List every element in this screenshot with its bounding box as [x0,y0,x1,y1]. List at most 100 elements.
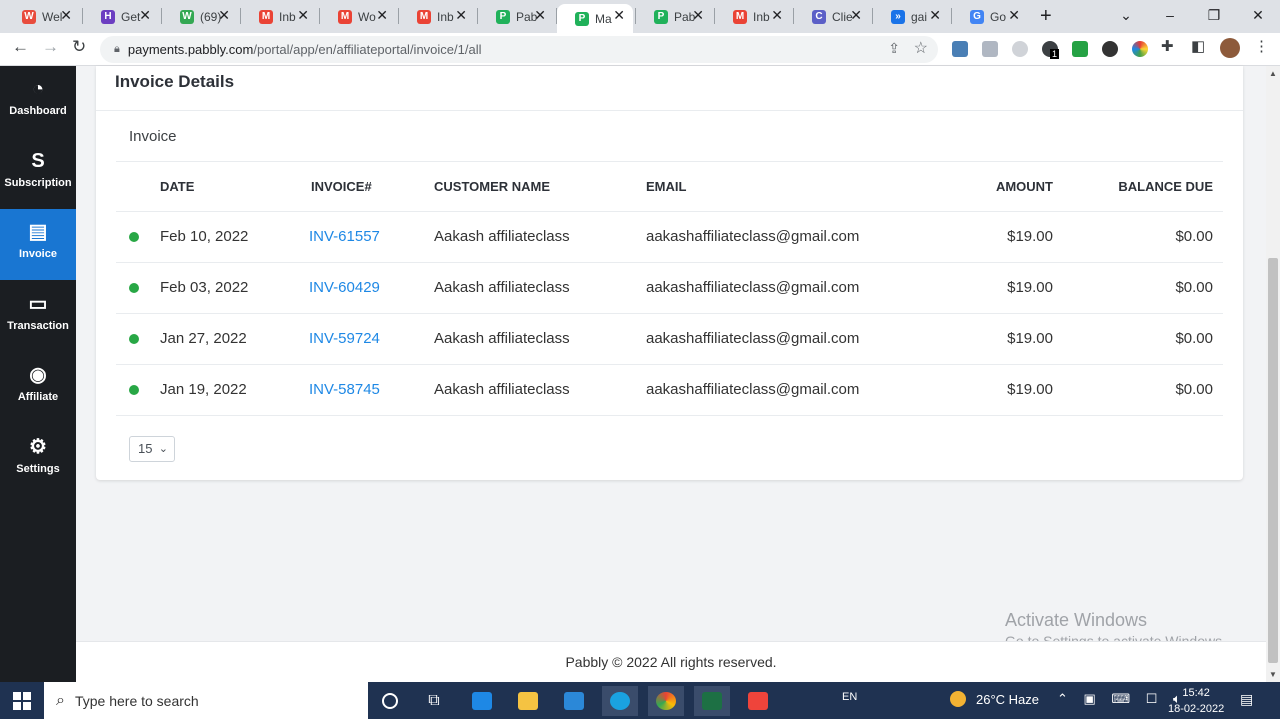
browser-menu-icon[interactable]: ⋮ [1254,37,1269,55]
file-explorer-icon[interactable] [510,686,546,716]
search-icon: ⌕ [56,691,65,709]
browser-tab[interactable]: W (69) ✕ [162,4,238,29]
profile-avatar[interactable] [1220,38,1240,58]
weather-widget[interactable]: 26°C Haze [950,691,1039,707]
color-extension-icon[interactable] [1132,41,1148,57]
sidebar-item-transaction[interactable]: ▭ Transaction [0,281,76,352]
tab-close-icon[interactable]: ✕ [534,7,546,24]
cortana-icon[interactable] [372,686,408,716]
column-header-balance[interactable]: BALANCE DUE [1118,162,1213,212]
invoice-link[interactable]: INV-59724 [309,314,380,364]
store-app-icon[interactable] [464,686,500,716]
browser-tab[interactable]: M Inb ✕ [399,4,475,29]
browser-tab[interactable]: H Get ✕ [83,4,159,29]
bookmark-star-icon[interactable]: ☆ [914,38,928,58]
forward-icon[interactable]: → [42,37,59,57]
scroll-up-arrow[interactable]: ▲ [1269,69,1277,78]
tab-close-icon[interactable]: ✕ [139,7,151,24]
extension-icon[interactable] [1012,41,1028,57]
table-row[interactable]: Feb 10, 2022 INV-61557 Aakash affiliatecla… [116,211,1223,262]
mail-app-icon[interactable] [556,686,592,716]
sidebar-item-subscription[interactable]: S Subscription [0,138,76,209]
url-text[interactable]: payments.pabbly.com/portal/app/en/affili… [128,42,482,57]
browser-tab[interactable]: W Wel ✕ [4,4,80,29]
table-row[interactable]: Jan 27, 2022 INV-59724 Aakash affiliatecla… [116,313,1223,364]
restore-button[interactable]: ❐ [1192,0,1236,33]
chrome-app-icon[interactable] [648,686,684,716]
sidepanel-icon[interactable]: ◧ [1191,37,1205,55]
column-header-amount[interactable]: AMOUNT [996,162,1053,212]
extension-icon[interactable] [952,41,968,57]
invoice-link[interactable]: INV-58745 [309,365,380,415]
sidebar-item-affiliate[interactable]: ◉ Affiliate [0,352,76,423]
new-tab-button[interactable]: + [1040,5,1052,28]
sidebar-item-settings[interactable]: ⚙ Settings [0,424,76,495]
minimize-button[interactable]: – [1148,0,1192,33]
browser-tab[interactable]: P Pab ✕ [636,4,712,29]
browser-tab[interactable]: M Inb ✕ [715,4,791,29]
taskbar-search[interactable]: ⌕ [44,682,368,719]
tab-close-icon[interactable]: ✕ [218,7,230,24]
status-dot [129,314,139,364]
tab-close-icon[interactable]: ✕ [850,7,862,24]
chevron-down-icon: ⌄ [158,443,168,455]
table-row[interactable]: Jan 19, 2022 INV-58745 Aakash affiliatecla… [116,364,1223,415]
browser-tab[interactable]: G Go ✕ [952,4,1028,29]
tab-close-icon[interactable]: ✕ [692,7,704,24]
tab-search-icon[interactable]: ⌄ [1104,0,1148,33]
edge-app-icon[interactable] [602,686,638,716]
column-header-email[interactable]: EMAIL [646,162,686,212]
share-icon[interactable]: ⇪ [888,40,900,57]
status-dot [129,263,139,313]
extensions-puzzle-icon[interactable]: ✚ [1161,37,1174,55]
address-bar[interactable]: 🔒︎ payments.pabbly.com/portal/app/en/aff… [100,36,938,63]
anydesk-app-icon[interactable] [740,686,776,716]
browser-tab[interactable]: C Clie ✕ [794,4,870,29]
column-header-customer[interactable]: CUSTOMER NAME [434,162,550,212]
scroll-down-arrow[interactable]: ▼ [1269,670,1277,679]
tab-close-icon[interactable]: ✕ [60,7,72,24]
table-row[interactable]: Feb 03, 2022 INV-60429 Aakash affiliatecla… [116,262,1223,313]
excel-app-icon[interactable] [694,686,730,716]
taskbar-search-input[interactable] [74,692,345,709]
tab-close-icon[interactable]: ✕ [455,7,467,24]
customer-name: Aakash affiliateclass [434,381,570,398]
tab-close-icon[interactable]: ✕ [376,7,388,24]
tab-close-icon[interactable]: ✕ [1008,7,1020,24]
tab-close-icon[interactable]: ✕ [929,7,941,24]
lock-icon[interactable]: 🔒︎ [114,43,120,56]
close-window-button[interactable]: ✕ [1236,0,1280,33]
tab-favicon-icon: M [338,9,352,24]
task-view-icon[interactable]: ⧉ [416,686,452,716]
tab-close-icon[interactable]: ✕ [613,7,625,24]
extension-icon[interactable] [982,41,998,57]
tab-favicon-icon: P [496,9,510,24]
invoice-link[interactable]: INV-61557 [309,212,380,262]
sidebar-item-dashboard[interactable]: ◔ Dashboard [0,66,76,137]
customer-name: Aakash affiliateclass [434,330,570,347]
sidebar-item-label: Dashboard [9,105,67,117]
extension-icon[interactable] [1102,41,1118,57]
page-scrollbar[interactable]: ▲ ▼ [1266,66,1280,682]
reload-icon[interactable]: ↻ [72,37,86,57]
whatsapp-extension-icon[interactable] [1072,41,1088,57]
browser-tab[interactable]: P Pab ✕ [478,4,554,29]
column-header-invoice[interactable]: INVOICE# [311,162,372,212]
language-indicator[interactable]: EN [842,691,857,703]
column-header-date[interactable]: DATE [160,162,194,212]
tab-close-icon[interactable]: ✕ [297,7,309,24]
taskbar-clock[interactable]: 15:42 18-02-2022 [1168,685,1224,717]
browser-tab[interactable]: M Wo ✕ [320,4,396,29]
browser-tab[interactable]: P Ma ✕ [557,4,633,33]
sidebar-item-invoice[interactable]: ▤ Invoice [0,209,76,280]
browser-tab[interactable]: M Inb ✕ [241,4,317,29]
per-page-select[interactable]: 15 ⌄ [129,436,175,462]
tab-close-icon[interactable]: ✕ [771,7,783,24]
extension-icon[interactable]: 1 [1042,41,1060,59]
scrollbar-thumb[interactable] [1268,258,1278,663]
back-icon[interactable]: ← [12,37,29,57]
notification-center-icon[interactable]: ▤ [1240,691,1253,708]
invoice-link[interactable]: INV-60429 [309,263,380,313]
windows-start-icon[interactable] [13,692,31,710]
browser-tab[interactable]: » gai ✕ [873,4,949,29]
